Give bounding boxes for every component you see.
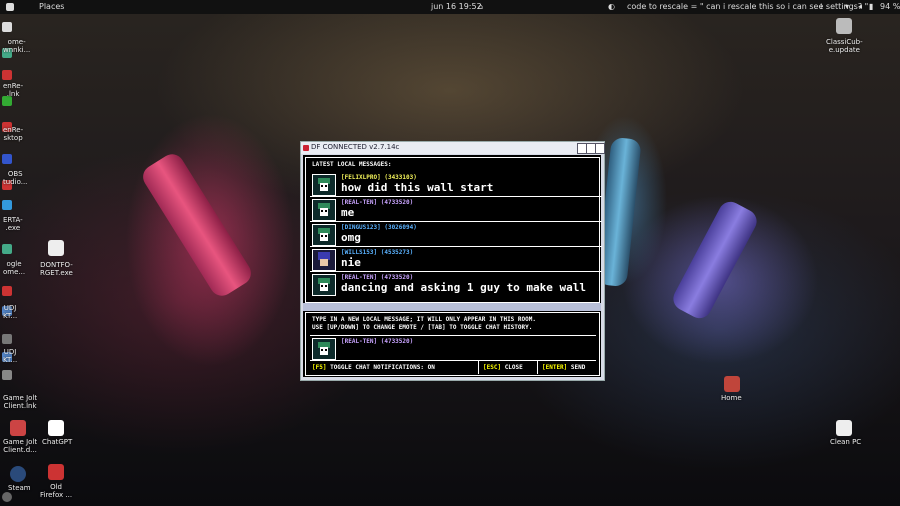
esc-key: [ESC] xyxy=(483,364,502,371)
battery-icon[interactable]: ▮ xyxy=(869,0,873,14)
input-panel: TYPE IN A NEW LOCAL MESSAGE; IT WILL ONL… xyxy=(305,312,600,376)
dock-app-icon[interactable] xyxy=(2,22,12,32)
ralsei-avatar-icon xyxy=(312,338,336,360)
desktop-icon-label[interactable]: Game Jolt Client.d... xyxy=(3,438,37,454)
message-text: how did this wall start xyxy=(341,181,494,194)
window-titlebar[interactable]: DF CONNECTED v2.7.14c xyxy=(301,142,605,154)
message-row: [REAL-TEN] (4733520) me xyxy=(310,197,602,222)
message-row: [REAL-TEN] (4733520) dancing and asking … xyxy=(310,272,602,296)
dock-label: OBS tudio... xyxy=(3,170,28,186)
desktop-icon-label[interactable]: ClassiCub- e.update xyxy=(826,38,863,54)
scene-strip xyxy=(303,303,601,311)
enter-key: [ENTER] xyxy=(542,364,568,371)
show-apps-icon[interactable] xyxy=(2,492,12,502)
game-window[interactable]: DF CONNECTED v2.7.14c LATEST LOCAL MESSA… xyxy=(300,141,605,381)
dock-label: enRe- sktop xyxy=(3,126,24,142)
dock-app-icon[interactable] xyxy=(2,154,12,164)
notification-app-icon: ◐ xyxy=(608,2,615,11)
message-row: [WILLS153] (4535273) nie xyxy=(310,247,602,272)
message-author: [WILLS153] (4535273) xyxy=(341,249,414,256)
dock-app-icon[interactable] xyxy=(2,370,12,380)
instructions-line-2: USE [UP/DOWN] TO CHANGE EMOTE / [TAB] TO… xyxy=(312,324,533,331)
dock-app-icon[interactable] xyxy=(2,286,12,296)
messages-panel: LATEST LOCAL MESSAGES: [FELIXLPRO] (3433… xyxy=(305,157,602,303)
game-canvas[interactable]: LATEST LOCAL MESSAGES: [FELIXLPRO] (3433… xyxy=(303,155,602,377)
chat-input-row[interactable]: [REAL-TEN] (4733520) xyxy=(310,335,596,361)
message-text: omg xyxy=(341,231,361,244)
wifi-icon[interactable]: ▾ xyxy=(845,0,849,14)
notification-text[interactable]: code to rescale = " can i rescale this s… xyxy=(627,0,868,14)
dock-app-icon[interactable] xyxy=(2,244,12,254)
home-folder-icon[interactable] xyxy=(724,376,740,392)
desktop-icon-label[interactable]: Old Firefox ... xyxy=(40,483,72,499)
game-jolt-icon[interactable] xyxy=(10,420,26,436)
clock[interactable]: jun 16 19:52 xyxy=(431,0,482,14)
desktop-icon-label[interactable]: Clean PC xyxy=(830,438,861,446)
message-row: [DINGUS123] (3026094) omg xyxy=(310,222,602,247)
toggle-notifications-hint[interactable]: [F5] TOGGLE CHAT NOTIFICATIONS: ON xyxy=(312,364,435,371)
wallpaper-chalk-pink xyxy=(138,149,256,301)
footer-divider xyxy=(478,361,479,374)
message-author: [DINGUS123] (3026094) xyxy=(341,224,417,231)
dontforget-file-icon[interactable] xyxy=(48,240,64,256)
desktop-icon-label[interactable]: Home xyxy=(721,394,742,402)
places-menu[interactable]: Places xyxy=(39,0,64,14)
steam-icon[interactable] xyxy=(10,466,26,482)
folder-icon[interactable] xyxy=(48,464,64,480)
wallpaper-chalk-purple xyxy=(669,197,761,323)
desktop-icon-label[interactable]: Game Jolt Client.lnk xyxy=(3,394,37,410)
notification-bell-icon[interactable]: ⌂ xyxy=(478,0,483,14)
close-button[interactable] xyxy=(595,143,605,154)
f5-key: [F5] xyxy=(312,364,327,371)
notifications-label: TOGGLE CHAT NOTIFICATIONS: ON xyxy=(330,364,435,371)
desktop-icon-label[interactable]: DONTFO- RGET.exe xyxy=(40,261,73,277)
chatgpt-icon[interactable] xyxy=(48,420,64,436)
message-author: [REAL-TEN] (4733520) xyxy=(341,274,414,281)
ralsei-avatar-icon xyxy=(312,174,336,196)
dock-app-icon[interactable] xyxy=(2,334,12,344)
send-hint[interactable]: [ENTER] SEND xyxy=(542,364,585,371)
message-author: [REAL-TEN] (4733520) xyxy=(341,199,414,206)
app-icon xyxy=(303,145,309,151)
dock-app-icon[interactable] xyxy=(2,70,12,80)
desktop-icon-label[interactable]: ChatGPT xyxy=(42,438,72,446)
messages-header: LATEST LOCAL MESSAGES: xyxy=(312,161,392,168)
battery-percent: 94 % xyxy=(880,2,900,11)
send-label: SEND xyxy=(570,364,586,371)
ralsei-avatar-icon xyxy=(312,199,336,221)
ralsei-avatar-icon xyxy=(312,274,336,296)
dock-label: ogle ome... xyxy=(3,260,26,276)
dock-label: UDJ KT... xyxy=(3,348,18,364)
window-title: DF CONNECTED v2.7.14c xyxy=(311,143,400,151)
volume-icon[interactable]: ◂ xyxy=(858,0,862,14)
activities-icon[interactable] xyxy=(6,3,14,11)
dock-label: ERTA- .exe xyxy=(3,216,23,232)
kris-avatar-icon xyxy=(312,249,336,271)
dock-label: UDJ KT... xyxy=(3,304,18,320)
message-author: [FELIXLPRO] (3433103) xyxy=(341,174,417,181)
classicube-update-icon[interactable] xyxy=(836,18,852,34)
extension-icon[interactable]: ⁝ xyxy=(820,0,823,14)
dock-label: ome- wnnki... xyxy=(3,38,31,54)
message-text: dancing and asking 1 guy to make wall xyxy=(341,281,587,294)
input-author: [REAL-TEN] (4733520) xyxy=(341,338,414,345)
close-label: CLOSE xyxy=(504,364,523,371)
desktop-icon-label[interactable]: Steam xyxy=(8,484,31,492)
dock-label: enRe- .lnk xyxy=(3,82,24,98)
instructions-line-1: TYPE IN A NEW LOCAL MESSAGE; IT WILL ONL… xyxy=(312,316,536,323)
close-hint[interactable]: [ESC] CLOSE xyxy=(483,364,523,371)
message-text: me xyxy=(341,206,355,219)
message-row: [FELIXLPRO] (3433103) how did this wall … xyxy=(310,172,602,197)
message-text: nie xyxy=(341,256,361,269)
footer-divider xyxy=(537,361,538,374)
top-bar: Places jun 16 19:52 ⌂ ◐ code to rescale … xyxy=(0,0,900,14)
ralsei-avatar-icon xyxy=(312,224,336,246)
trash-icon[interactable] xyxy=(836,420,852,436)
dock-app-icon[interactable] xyxy=(2,200,12,210)
